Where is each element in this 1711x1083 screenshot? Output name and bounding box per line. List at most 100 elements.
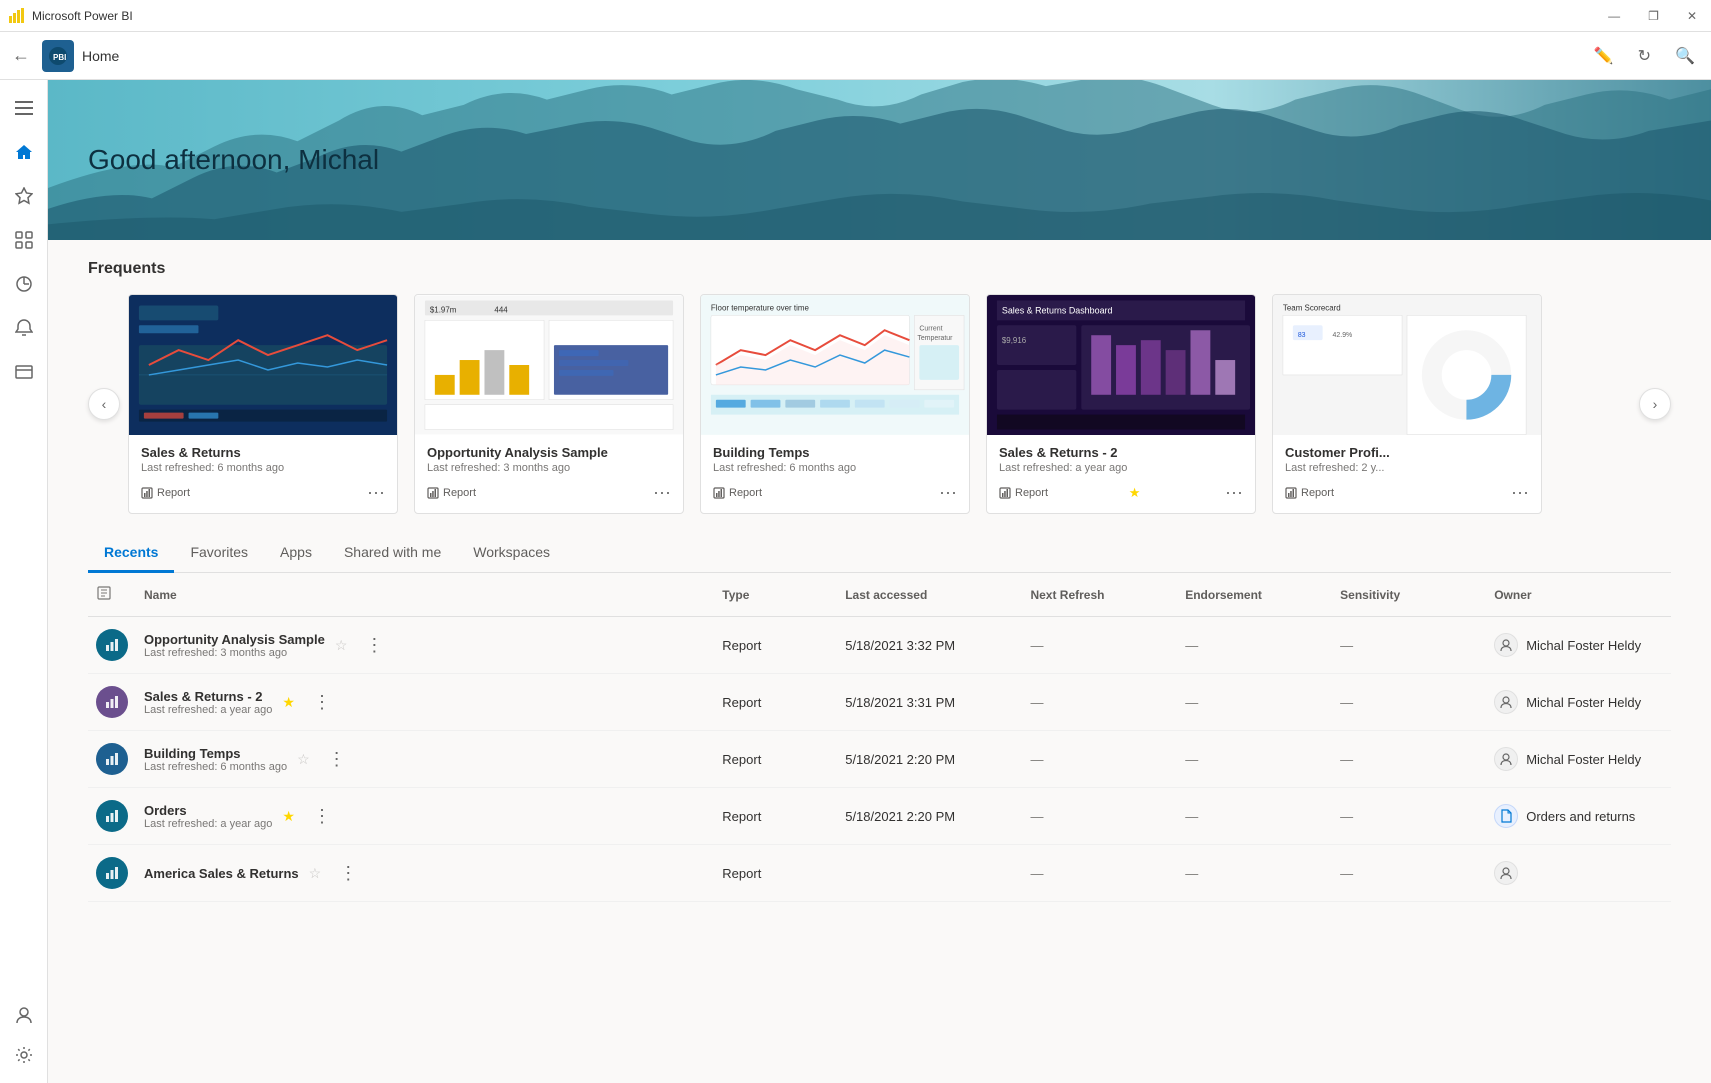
table-row[interactable]: Opportunity Analysis Sample Last refresh… — [88, 617, 1671, 674]
row-type-4: Report — [714, 788, 837, 845]
row-accessed-3: 5/18/2021 2:20 PM — [837, 731, 1022, 788]
row-sensitivity-2: — — [1332, 674, 1486, 731]
tabs-section: Recents Favorites Apps Shared with me Wo… — [48, 534, 1711, 573]
frequent-card-1[interactable]: Sales & Returns Last refreshed: 6 months… — [128, 294, 398, 514]
sidebar-item-notifications[interactable] — [4, 308, 44, 348]
back-button[interactable]: ← — [12, 45, 30, 66]
recents-table: Name Type Last accessed Next Refresh End… — [88, 573, 1671, 902]
frequent-card-4[interactable]: Sales & Returns Dashboard $9,916 — [986, 294, 1256, 514]
sidebar-bottom — [4, 995, 44, 1075]
table-row[interactable]: Sales & Returns - 2 Last refreshed: a ye… — [88, 674, 1671, 731]
close-button[interactable]: ✕ — [1681, 7, 1703, 25]
more-5[interactable]: ⋮ — [339, 863, 357, 884]
frequent-card-5[interactable]: Team Scorecard 83 42.9% Cust — [1272, 294, 1542, 514]
card-1-type: Report — [141, 487, 190, 499]
more-2[interactable]: ⋮ — [313, 692, 331, 713]
row-icon-2 — [96, 686, 128, 718]
topnav-right: ✏️ ↻ 🔍 — [1590, 42, 1699, 70]
tab-recents[interactable]: Recents — [88, 534, 174, 573]
table-row[interactable]: Orders Last refreshed: a year ago ★ ⋮ Re… — [88, 788, 1671, 845]
sidebar-item-account[interactable] — [4, 995, 44, 1035]
card-5-more[interactable]: ··· — [1511, 482, 1529, 503]
tabs: Recents Favorites Apps Shared with me Wo… — [88, 534, 1671, 573]
row-owner-5 — [1486, 845, 1671, 902]
tab-shared[interactable]: Shared with me — [328, 534, 457, 573]
svg-text:Team Scorecard: Team Scorecard — [1283, 303, 1341, 312]
row-type-3: Report — [714, 731, 837, 788]
topnav: ← PBI Home ✏️ ↻ 🔍 — [0, 32, 1711, 80]
sidebar-item-menu[interactable] — [4, 88, 44, 128]
sidebar-item-apps[interactable] — [4, 220, 44, 260]
sidebar-item-favorites[interactable] — [4, 176, 44, 216]
col-endorse-header: Endorsement — [1177, 573, 1332, 617]
card-3-title: Building Temps — [713, 445, 957, 460]
row-sensitivity-3: — — [1332, 731, 1486, 788]
cards-prev-button[interactable]: ‹ — [88, 388, 120, 420]
star-2[interactable]: ★ — [282, 694, 295, 711]
svg-text:$1.97m: $1.97m — [430, 305, 457, 314]
col-type-header: Type — [714, 573, 837, 617]
svg-text:Sales & Returns Dashboard: Sales & Returns Dashboard — [1002, 305, 1113, 315]
star-3[interactable]: ☆ — [297, 751, 310, 768]
search-icon[interactable]: 🔍 — [1671, 42, 1699, 70]
row-name-5: America Sales & Returns ☆ ⋮ — [136, 845, 714, 902]
tab-workspaces[interactable]: Workspaces — [457, 534, 566, 573]
edit-icon[interactable]: ✏️ — [1590, 42, 1618, 70]
cards-scroll: Sales & Returns Last refreshed: 6 months… — [128, 294, 1631, 514]
row-type-2: Report — [714, 674, 837, 731]
sidebar-item-home[interactable] — [4, 132, 44, 172]
row-icon-4 — [96, 800, 128, 832]
sidebar-item-metrics[interactable] — [4, 264, 44, 304]
card-2-more[interactable]: ··· — [653, 482, 671, 503]
row-refresh-2: — — [1022, 674, 1177, 731]
card-4-title: Sales & Returns - 2 — [999, 445, 1243, 460]
card-2-subtitle: Last refreshed: 3 months ago — [427, 462, 671, 474]
row-sensitivity-4: — — [1332, 788, 1486, 845]
svg-text:Temperatur: Temperatur — [917, 335, 953, 342]
row-icon-cell — [88, 845, 136, 902]
row-accessed-1: 5/18/2021 3:32 PM — [837, 617, 1022, 674]
owner-avatar-5 — [1494, 861, 1518, 885]
refresh-icon[interactable]: ↻ — [1634, 42, 1655, 70]
star-1[interactable]: ☆ — [335, 637, 348, 654]
card-5-title: Customer Profi... — [1285, 445, 1529, 460]
table-row[interactable]: America Sales & Returns ☆ ⋮ Report — — — — [88, 845, 1671, 902]
row-sensitivity-5: — — [1332, 845, 1486, 902]
sidebar-item-settings[interactable] — [4, 1035, 44, 1075]
card-2-title: Opportunity Analysis Sample — [427, 445, 671, 460]
tab-favorites[interactable]: Favorites — [174, 534, 264, 573]
row-refresh-1: — — [1022, 617, 1177, 674]
card-2-type: Report — [427, 487, 476, 499]
table-row[interactable]: Building Temps Last refreshed: 6 months … — [88, 731, 1671, 788]
card-3-more[interactable]: ··· — [939, 482, 957, 503]
row-endorse-4: — — [1177, 788, 1332, 845]
powerbi-icon — [8, 8, 24, 24]
logo-area: PBI Home — [42, 40, 119, 72]
card-4-more[interactable]: ··· — [1225, 482, 1243, 503]
star-4[interactable]: ★ — [282, 808, 295, 825]
minimize-button[interactable]: — — [1602, 7, 1626, 25]
sidebar-item-workspaces[interactable] — [4, 352, 44, 392]
svg-text:Floor temperature over time: Floor temperature over time — [711, 303, 810, 312]
cards-next-button[interactable]: › — [1639, 388, 1671, 420]
more-1[interactable]: ⋮ — [365, 635, 383, 656]
titlebar-controls: — ❐ ✕ — [1602, 7, 1703, 25]
svg-text:PBI: PBI — [53, 53, 66, 62]
owner-avatar-2 — [1494, 690, 1518, 714]
tab-apps[interactable]: Apps — [264, 534, 328, 573]
titlebar: Microsoft Power BI — ❐ ✕ — [0, 0, 1711, 32]
col-owner-header: Owner — [1486, 573, 1671, 617]
row-accessed-2: 5/18/2021 3:31 PM — [837, 674, 1022, 731]
more-3[interactable]: ⋮ — [328, 749, 346, 770]
row-icon-cell — [88, 731, 136, 788]
more-4[interactable]: ⋮ — [313, 806, 331, 827]
table-section: Name Type Last accessed Next Refresh End… — [48, 573, 1711, 902]
row-icon-3 — [96, 743, 128, 775]
restore-button[interactable]: ❐ — [1642, 7, 1665, 25]
card-1-more[interactable]: ··· — [367, 482, 385, 503]
frequent-card-3[interactable]: Floor temperature over time — [700, 294, 970, 514]
svg-text:42.9%: 42.9% — [1333, 332, 1353, 339]
frequent-card-2[interactable]: $1.97m 444 — [414, 294, 684, 514]
owner-avatar-3 — [1494, 747, 1518, 771]
star-5[interactable]: ☆ — [309, 865, 322, 882]
